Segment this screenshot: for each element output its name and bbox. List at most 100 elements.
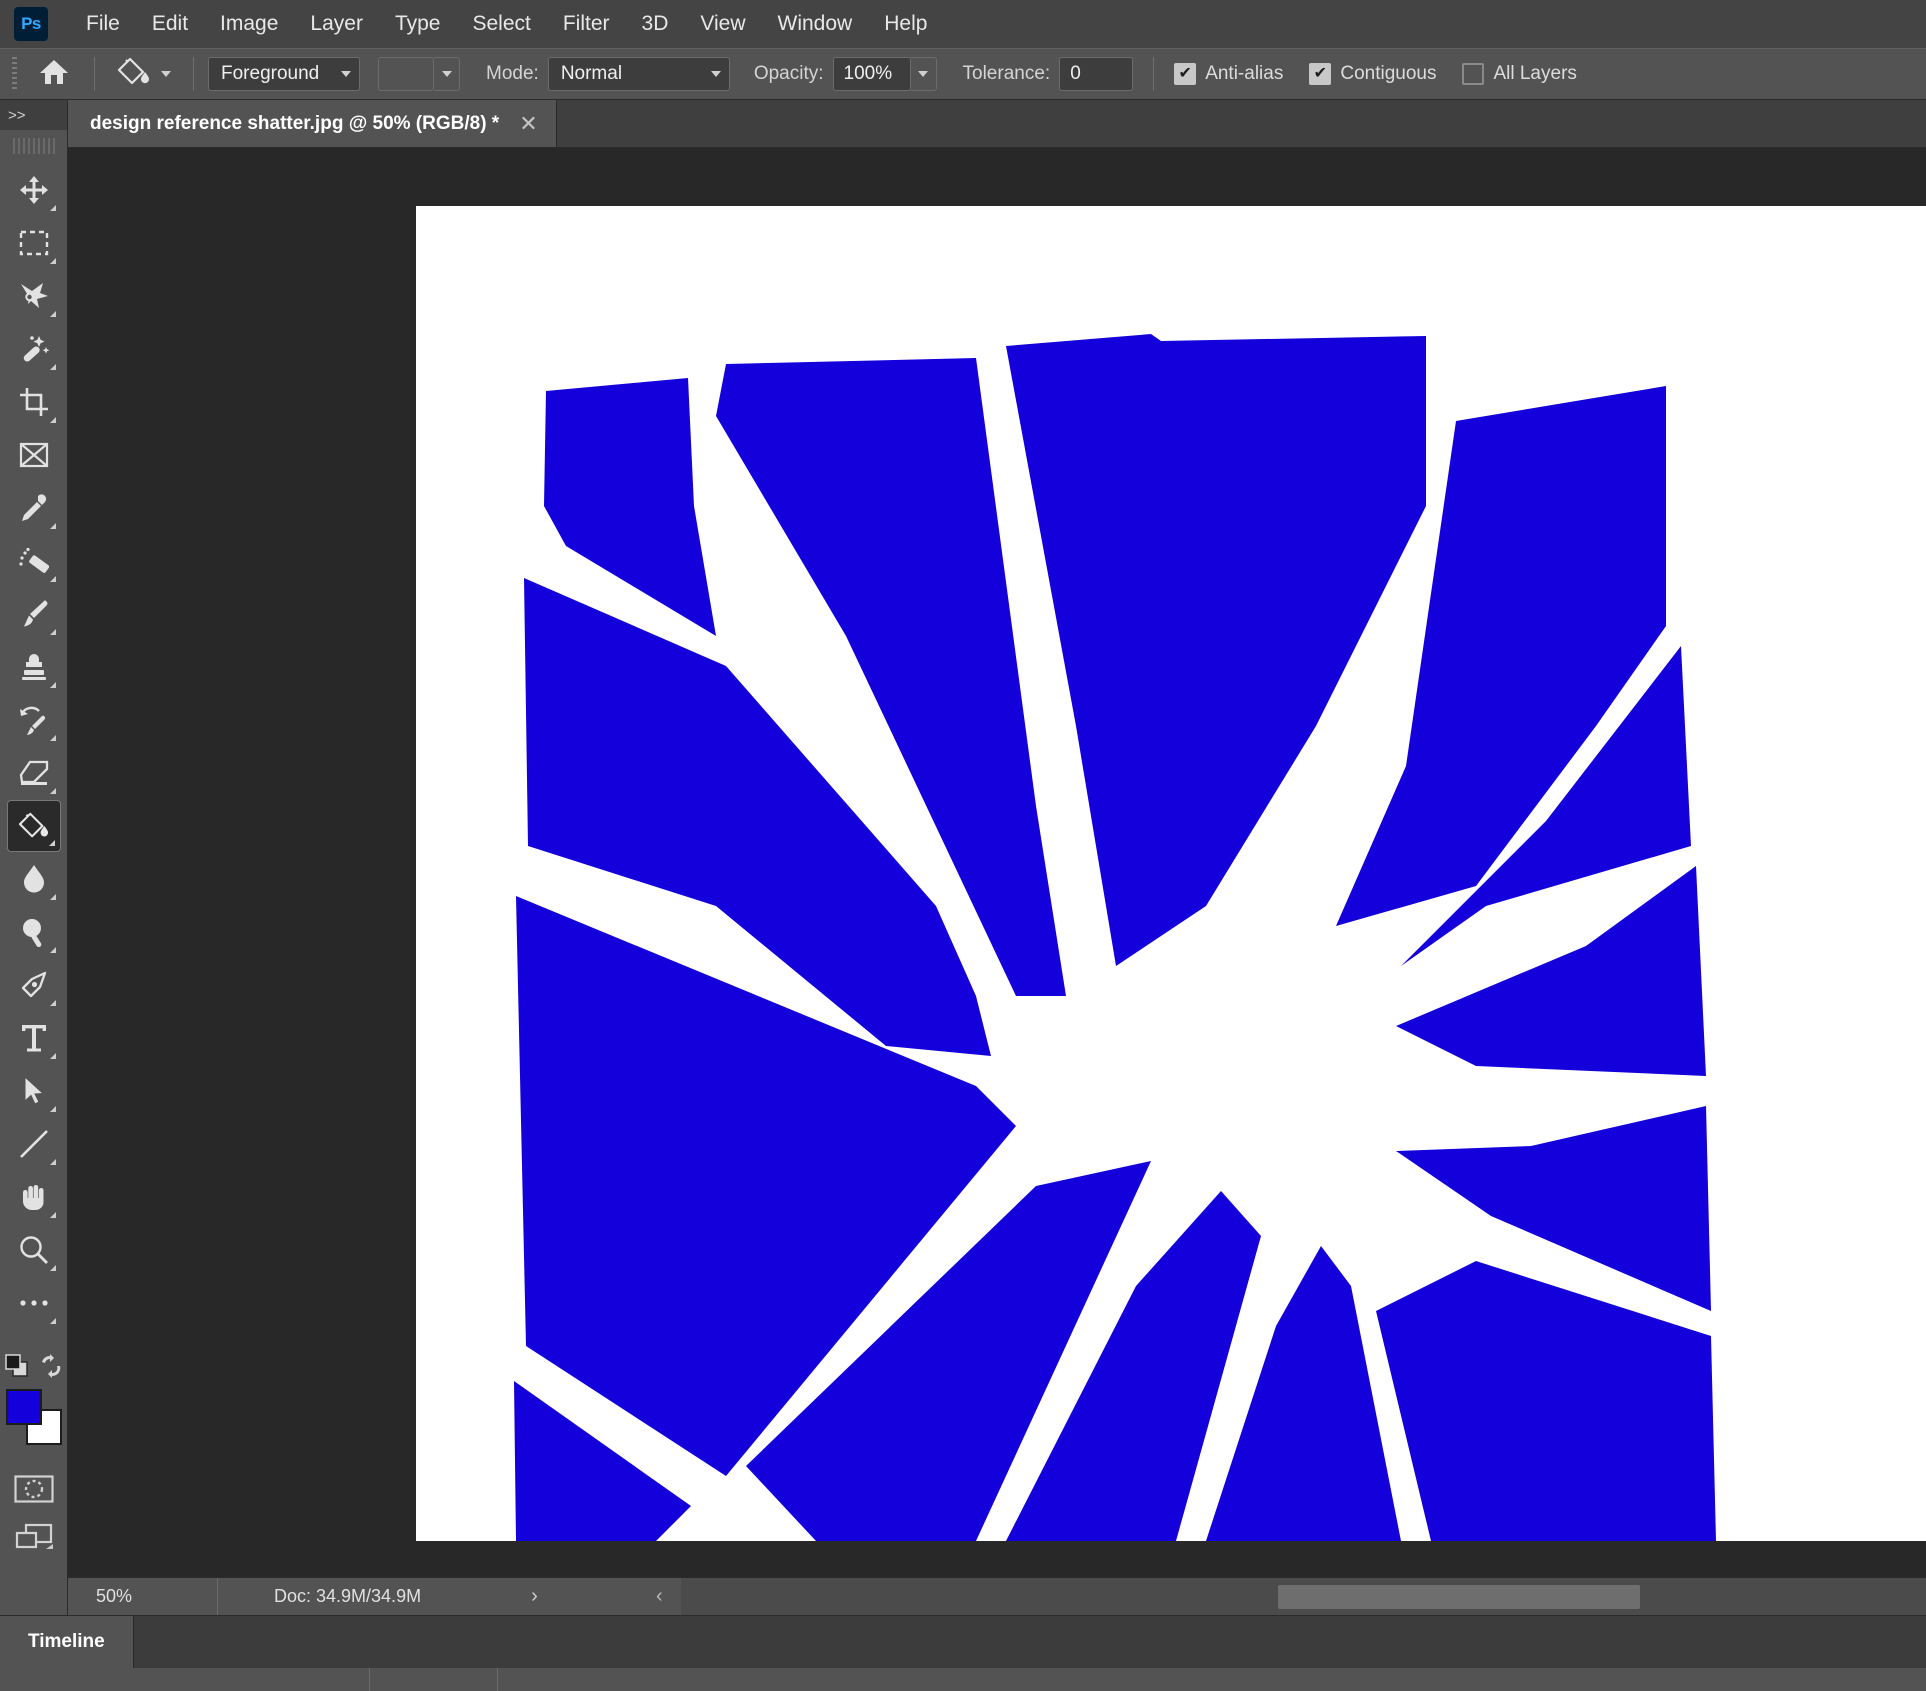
sidebar-item-crop-tool[interactable] <box>7 376 61 428</box>
photoshop-logo: Ps <box>14 7 48 41</box>
timeline-layer-column <box>0 1668 370 1691</box>
menu-3d[interactable]: 3D <box>626 6 685 42</box>
menu-edit[interactable]: Edit <box>136 6 204 42</box>
menu-layer[interactable]: Layer <box>294 6 379 42</box>
screen-mode-button[interactable] <box>11 1521 57 1557</box>
contiguous-label: Contiguous <box>1340 63 1436 85</box>
move-icon <box>19 175 49 205</box>
workspace: >> <box>0 100 1926 1615</box>
chevron-down-icon <box>341 71 351 77</box>
anti-alias-option[interactable]: Anti-alias <box>1174 63 1283 85</box>
sidebar-item-paint-bucket-tool[interactable] <box>7 800 61 852</box>
dodge-icon <box>19 917 49 947</box>
image-canvas[interactable] <box>416 206 1926 1541</box>
document-tab-title: design reference shatter.jpg @ 50% (RGB/… <box>90 113 499 135</box>
tab-timeline[interactable]: Timeline <box>0 1616 133 1668</box>
close-icon[interactable]: ✕ <box>519 111 537 137</box>
sidebar-item-type-tool[interactable] <box>7 1012 61 1064</box>
sidebar-item-dodge-tool[interactable] <box>7 906 61 958</box>
home-button[interactable] <box>28 52 80 96</box>
magic-wand-icon <box>19 334 49 364</box>
color-swatches <box>6 1389 62 1445</box>
tolerance-input[interactable]: 0 <box>1059 57 1133 91</box>
sidebar-item-eraser-tool[interactable] <box>7 747 61 799</box>
blend-mode-value: Normal <box>561 63 697 85</box>
menu-type[interactable]: Type <box>379 6 457 42</box>
sidebar-item-zoom-tool[interactable] <box>7 1224 61 1276</box>
sidebar-item-lasso-tool[interactable] <box>7 270 61 322</box>
sidebar-item-path-selection-tool[interactable] <box>7 1065 61 1117</box>
sidebar-item-hand-tool[interactable] <box>7 1171 61 1223</box>
paint-bucket-icon <box>18 811 50 841</box>
menu-window[interactable]: Window <box>762 6 869 42</box>
sidebar-item-healing-brush-tool[interactable] <box>7 535 61 587</box>
sidebar-item-move-tool[interactable] <box>7 164 61 216</box>
sidebar-item-eyedropper-tool[interactable] <box>7 482 61 534</box>
canvas-viewport[interactable] <box>68 148 1926 1577</box>
anti-alias-checkbox[interactable] <box>1174 63 1196 85</box>
quick-mask-button[interactable] <box>11 1473 57 1509</box>
toolbar-collapse-button[interactable]: >> <box>0 100 67 130</box>
sidebar-item-brush-tool[interactable] <box>7 588 61 640</box>
sidebar-item-pen-tool[interactable] <box>7 959 61 1011</box>
sidebar-item-clone-stamp-tool[interactable] <box>7 641 61 693</box>
menu-filter[interactable]: Filter <box>547 6 626 42</box>
swap-colors-icon[interactable] <box>39 1354 63 1383</box>
fill-source-select[interactable]: Foreground <box>208 57 360 91</box>
horizontal-scrollbar[interactable] <box>681 1578 1926 1615</box>
timeline-body[interactable] <box>0 1668 1926 1691</box>
all-layers-option[interactable]: All Layers <box>1462 63 1576 85</box>
eyedropper-icon <box>19 493 49 523</box>
chevron-down-icon <box>161 71 171 77</box>
horizontal-scrollbar-thumb[interactable] <box>1278 1585 1639 1609</box>
color-controls <box>5 1354 63 1383</box>
contiguous-checkbox[interactable] <box>1309 63 1331 85</box>
zoom-level-field[interactable]: 50% <box>68 1578 218 1615</box>
contiguous-option[interactable]: Contiguous <box>1309 63 1436 85</box>
chevron-down-icon <box>918 71 928 77</box>
menu-help[interactable]: Help <box>868 6 943 42</box>
timeline-ruler-column <box>370 1668 498 1691</box>
frame-icon <box>19 442 49 468</box>
water-drop-icon <box>22 864 46 894</box>
options-bar-grip[interactable] <box>8 57 22 91</box>
opacity-input[interactable]: 100% <box>833 57 911 91</box>
crop-icon <box>19 387 49 417</box>
default-colors-icon[interactable] <box>5 1354 29 1383</box>
mode-label: Mode: <box>486 63 539 85</box>
pattern-swatch[interactable] <box>378 57 434 91</box>
sidebar-item-history-brush-tool[interactable] <box>7 694 61 746</box>
sidebar-item-blur-tool[interactable] <box>7 853 61 905</box>
sidebar-item-line-tool[interactable] <box>7 1118 61 1170</box>
menu-file[interactable]: File <box>70 6 136 42</box>
sidebar-item-frame-tool[interactable] <box>7 429 61 481</box>
all-layers-checkbox[interactable] <box>1462 63 1484 85</box>
toolbar-grip[interactable] <box>13 138 55 154</box>
edit-toolbar-button[interactable] <box>7 1277 61 1329</box>
shatter-artwork <box>416 206 1926 1541</box>
opacity-label: Opacity: <box>754 63 824 85</box>
chevron-right-icon[interactable]: › <box>531 1585 538 1608</box>
chevron-left-icon[interactable]: ‹ <box>638 1585 681 1608</box>
timeline-panel: Timeline <box>0 1615 1926 1691</box>
chevron-down-icon <box>711 71 721 77</box>
quick-mask-icon <box>14 1475 54 1508</box>
menu-image[interactable]: Image <box>204 6 294 42</box>
sidebar-item-marquee-tool[interactable] <box>7 217 61 269</box>
menu-select[interactable]: Select <box>456 6 546 42</box>
pattern-picker[interactable] <box>378 57 460 91</box>
tool-preset-picker[interactable] <box>109 56 179 93</box>
sidebar-item-magic-wand-tool[interactable] <box>7 323 61 375</box>
document-info: Doc: 34.9M/34.9M › <box>218 1578 638 1615</box>
tools-panel: >> <box>0 100 68 1615</box>
opacity-dropdown-arrow[interactable] <box>911 57 937 91</box>
options-bar: Foreground Mode: Normal Opacity: 100% To… <box>0 48 1926 100</box>
paint-bucket-icon <box>117 56 151 93</box>
foreground-color-swatch[interactable] <box>6 1389 42 1425</box>
pattern-dropdown-arrow[interactable] <box>434 57 460 91</box>
document-tab[interactable]: design reference shatter.jpg @ 50% (RGB/… <box>68 100 557 147</box>
menu-view[interactable]: View <box>684 6 761 42</box>
blend-mode-select[interactable]: Normal <box>548 57 730 91</box>
eraser-icon <box>19 760 49 786</box>
home-icon <box>39 58 69 91</box>
